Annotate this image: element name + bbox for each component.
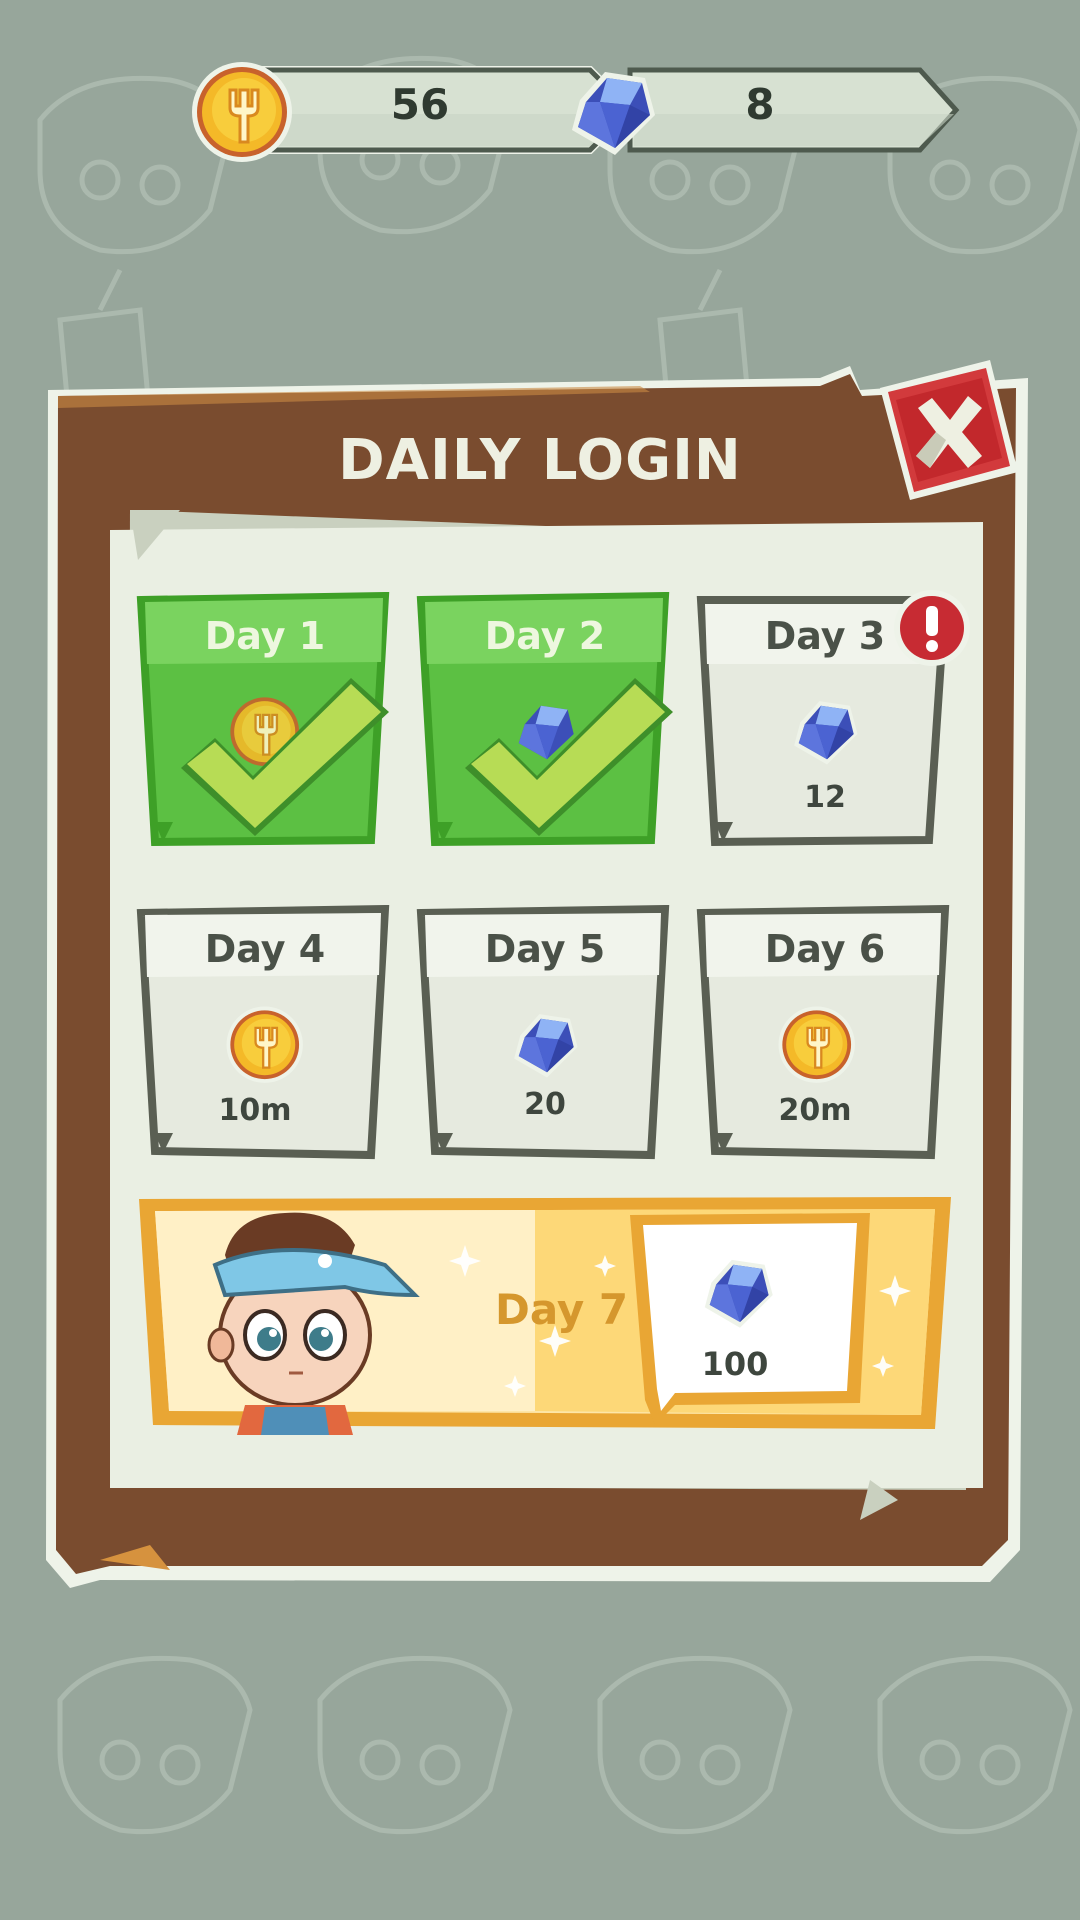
day-label: Day 1 — [204, 614, 326, 658]
day-card-7[interactable]: Day 7 100 — [135, 1185, 955, 1440]
coin-count: 56 — [390, 80, 450, 129]
gem-icon — [572, 72, 655, 155]
day-label: Day 7 — [495, 1285, 629, 1334]
gem-icon — [514, 1014, 578, 1078]
day-card-4[interactable]: Day 4 10m — [135, 905, 395, 1165]
gem-icon — [794, 701, 858, 765]
reward-amount: 100 — [701, 1345, 769, 1383]
day-label: Day 4 — [204, 927, 326, 971]
daily-login-panel: DAILY LOGIN Day 1 Day 2 Day 3 12 Day 4 1… — [40, 360, 1040, 1590]
day-card-6[interactable]: Day 6 20m — [695, 905, 955, 1165]
coin-icon — [192, 62, 292, 162]
gem-count: 8 — [745, 80, 775, 129]
gem-counter[interactable]: 8 — [560, 60, 1040, 155]
day-card-2[interactable]: Day 2 — [415, 592, 675, 852]
reward-amount: 20m — [778, 1093, 852, 1128]
coin-icon — [778, 1006, 855, 1083]
day-label: Day 2 — [484, 614, 606, 658]
checkmark-icon — [181, 678, 389, 836]
checkmark-icon — [465, 678, 673, 836]
close-button[interactable] — [870, 360, 1020, 510]
gem-icon — [704, 1259, 773, 1328]
reward-amount: 10m — [218, 1093, 292, 1128]
alert-icon — [894, 590, 970, 666]
day-card-1[interactable]: Day 1 — [135, 592, 395, 852]
day-label: Day 5 — [484, 927, 606, 971]
chef-character — [207, 1212, 420, 1435]
day-label: Day 6 — [764, 927, 886, 971]
reward-amount: 20 — [524, 1087, 566, 1122]
reward-amount: 12 — [804, 780, 846, 815]
coin-icon — [226, 1006, 303, 1083]
day-card-5[interactable]: Day 5 20 — [415, 905, 675, 1165]
